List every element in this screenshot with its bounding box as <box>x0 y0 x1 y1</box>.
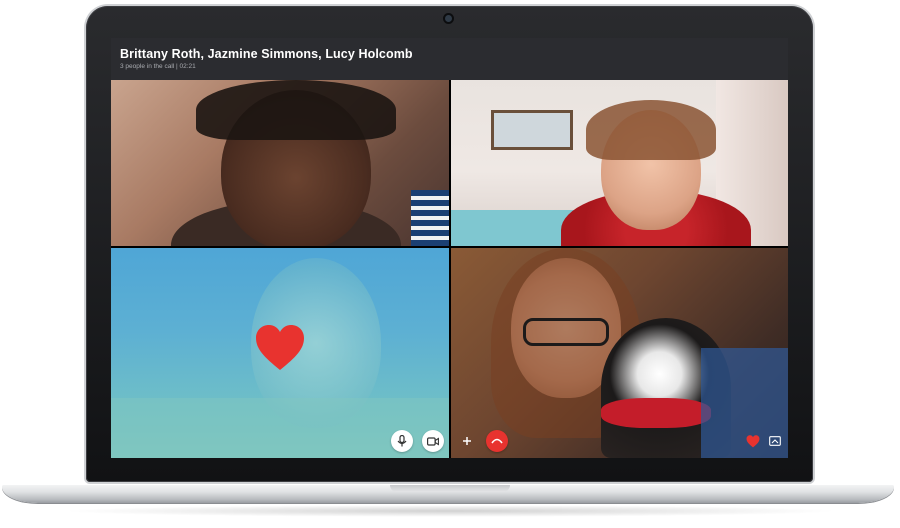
video-tile-1[interactable] <box>111 80 449 246</box>
video-tile-4[interactable] <box>451 248 788 458</box>
laptop-shadow <box>60 505 840 517</box>
heart-reaction-icon <box>256 325 304 370</box>
screen-share-icon <box>769 436 781 446</box>
video-tile-self[interactable] <box>111 248 449 458</box>
plus-icon <box>463 437 471 445</box>
call-header: Brittany Roth, Jazmine Simmons, Lucy Hol… <box>111 38 788 80</box>
laptop-hinge-notch <box>390 485 510 492</box>
call-window: Brittany Roth, Jazmine Simmons, Lucy Hol… <box>111 38 788 458</box>
video-camera-icon <box>427 436 439 446</box>
participant-video <box>451 80 788 246</box>
react-button[interactable] <box>742 430 764 452</box>
call-status: 3 people in the call | 02:21 <box>120 63 196 70</box>
share-screen-button[interactable] <box>764 430 786 452</box>
microphone-icon <box>397 435 407 447</box>
call-participants-title: Brittany Roth, Jazmine Simmons, Lucy Hol… <box>120 47 413 61</box>
mic-button[interactable] <box>391 430 413 452</box>
participant-video <box>451 248 788 458</box>
video-tile-2[interactable] <box>451 80 788 246</box>
heart-icon <box>746 434 760 447</box>
webcam-icon <box>445 15 452 22</box>
hang-up-button[interactable] <box>486 430 508 452</box>
hang-up-icon <box>491 438 503 444</box>
add-participant-button[interactable] <box>456 430 478 452</box>
participant-video <box>111 80 449 246</box>
video-toggle-button[interactable] <box>422 430 444 452</box>
